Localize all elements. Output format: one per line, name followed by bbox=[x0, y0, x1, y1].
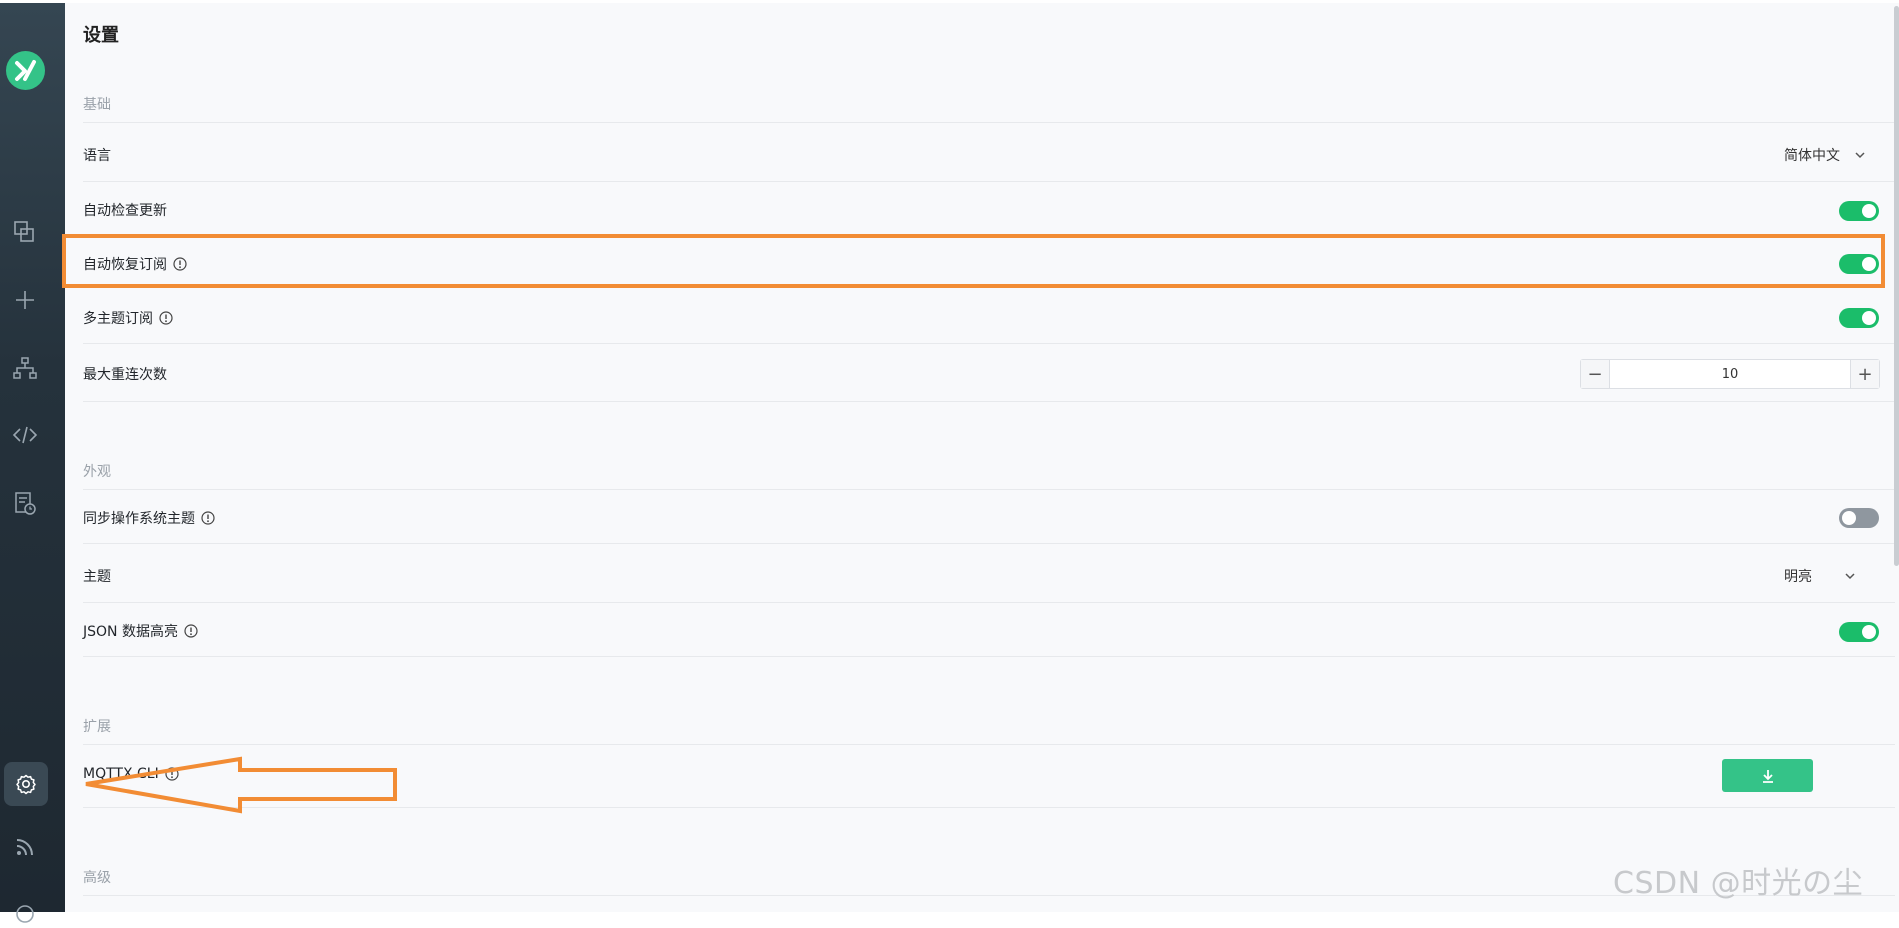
app-window: 设置 基础 语言 简体中文 自动检查更新 自动恢复订阅 多主题订阅 最大重连次数… bbox=[0, 0, 1899, 923]
watermark: CSDN @时光の尘 bbox=[1613, 866, 1864, 901]
annotation-arrow bbox=[85, 756, 397, 814]
